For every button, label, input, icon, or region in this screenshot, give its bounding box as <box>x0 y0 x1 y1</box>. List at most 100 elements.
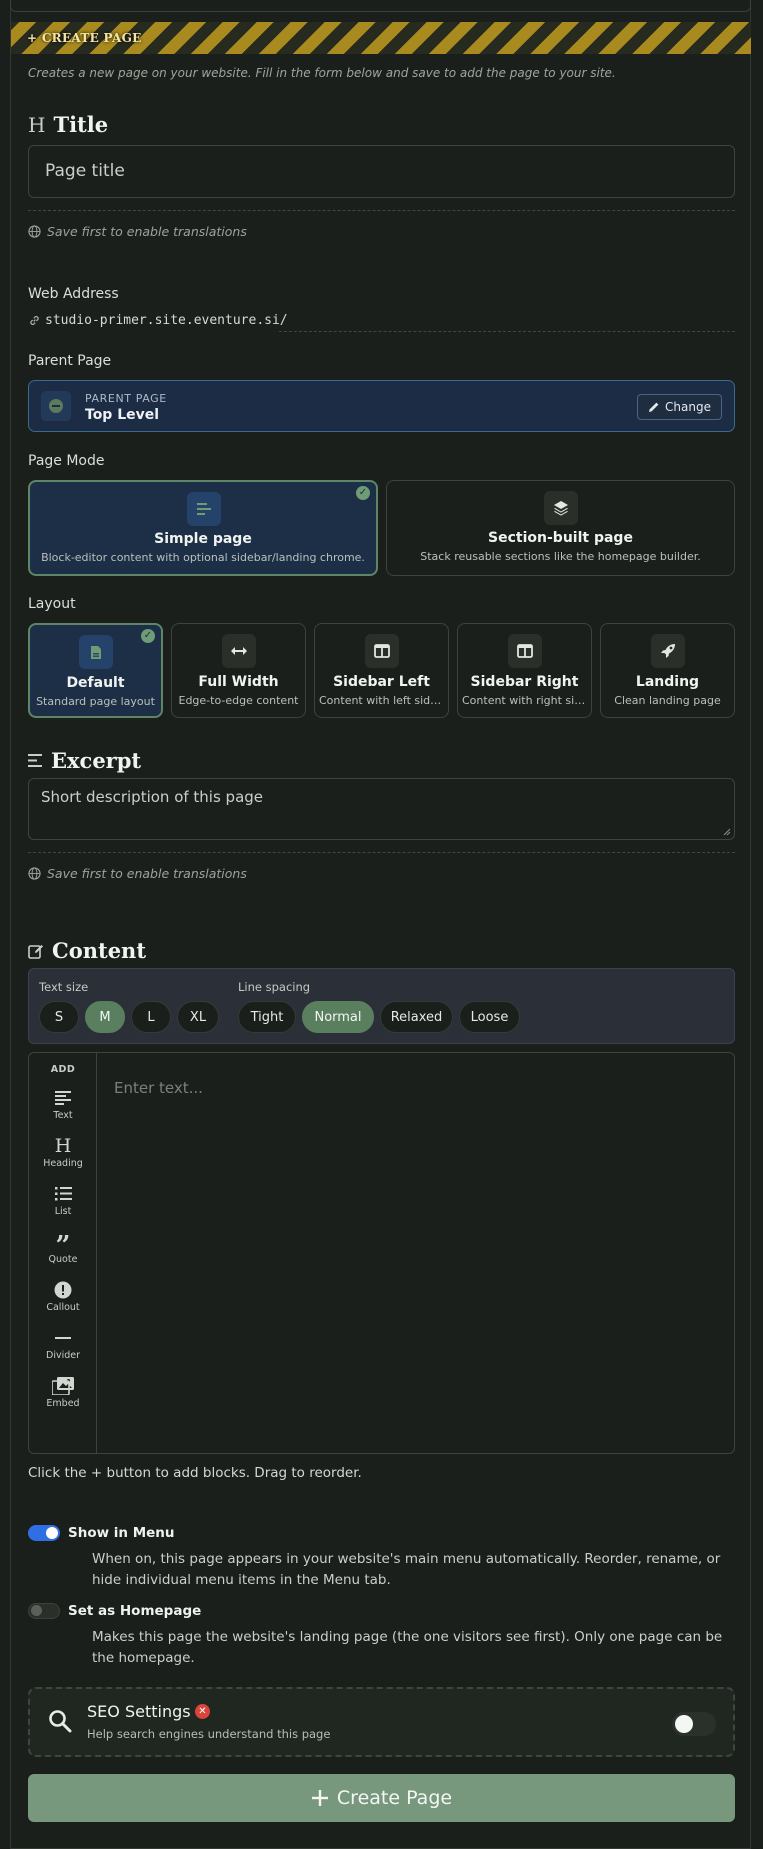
layout-title: Sidebar Left <box>333 674 430 690</box>
resize-handle-icon[interactable] <box>723 828 731 836</box>
seo-settings-panel[interactable]: SEO Settings ✕ Help search engines under… <box>28 1687 735 1757</box>
title-input-placeholder: Page title <box>45 161 125 181</box>
file-icon <box>79 635 113 669</box>
page-mode-simple[interactable]: ✓ Simple page Block-editor content with … <box>28 480 378 576</box>
create-page-banner: + CREATE PAGE <box>11 22 751 54</box>
add-callout-block[interactable]: Callout <box>29 1279 97 1313</box>
spacing-tight[interactable]: Tight <box>238 1001 296 1033</box>
layout-default[interactable]: ✓ Default Standard page layout <box>28 623 163 718</box>
heading-icon: H <box>28 112 46 137</box>
homepage-toggle[interactable] <box>28 1603 60 1619</box>
layout-sidebar-right[interactable]: Sidebar Right Content with right sidebar <box>457 623 592 718</box>
add-quote-block[interactable]: ” Quote <box>29 1231 97 1265</box>
divider <box>28 852 735 853</box>
layout-subtitle: Edge-to-edge content <box>178 694 299 707</box>
page-mode-label: Page Mode <box>28 453 105 469</box>
editor-placeholder: Enter text... <box>114 1079 203 1097</box>
seo-subtitle: Help search engines understand this page <box>87 1727 331 1741</box>
spacing-loose[interactable]: Loose <box>459 1001 520 1033</box>
create-page-label: Create Page <box>336 1787 453 1809</box>
layout-landing[interactable]: Landing Clean landing page <box>600 623 735 718</box>
homepage-description: Makes this page the website's landing pa… <box>92 1629 723 1666</box>
layout-subtitle: Content with right sidebar <box>462 694 587 707</box>
layout-title: Sidebar Right <box>470 674 579 690</box>
parent-page-value: Top Level <box>85 407 160 423</box>
layout-full-width[interactable]: Full Width Edge-to-edge content <box>171 623 306 718</box>
parent-page-icon <box>41 391 71 421</box>
text-size-s[interactable]: S <box>39 1001 79 1033</box>
title-translation-hint: Save first to enable translations <box>28 224 247 239</box>
divider-icon <box>29 1327 97 1349</box>
excerpt-placeholder: Short description of this page <box>41 788 264 806</box>
content-heading-text: Content <box>52 938 147 963</box>
layout-title: Full Width <box>198 674 279 690</box>
homepage-label: Set as Homepage <box>68 1603 202 1619</box>
layout-subtitle: Clean landing page <box>614 694 721 707</box>
top-edge <box>10 0 751 12</box>
title-heading-text: Title <box>53 112 109 137</box>
change-parent-button[interactable]: Change <box>637 394 722 420</box>
hint-text: Save first to enable translations <box>47 224 247 239</box>
banner-title: + CREATE PAGE <box>27 31 142 45</box>
rocket-icon <box>651 634 685 668</box>
add-text-block[interactable]: Text <box>29 1087 97 1121</box>
editor-help: Click the + button to add blocks. Drag t… <box>28 1465 362 1481</box>
web-address-label: Web Address <box>28 286 119 302</box>
parent-page-selector[interactable]: PARENT PAGE Top Level Change <box>28 380 735 432</box>
change-label: Change <box>665 400 711 414</box>
heading-icon: H <box>54 1135 72 1157</box>
seo-title: SEO Settings <box>87 1702 191 1721</box>
seo-toggle[interactable] <box>672 1712 716 1736</box>
excerpt-textarea[interactable]: Short description of this page <box>28 778 735 840</box>
text-size-label: Text size <box>39 980 89 994</box>
address-underline <box>279 331 735 332</box>
excerpt-heading-text: Excerpt <box>51 748 142 773</box>
show-in-menu-label: Show in Menu <box>68 1525 175 1541</box>
layers-icon <box>544 491 578 525</box>
layout-subtitle: Standard page layout <box>36 695 155 708</box>
parent-page-label: Parent Page <box>28 353 112 369</box>
error-icon: ✕ <box>195 1704 210 1719</box>
link-icon <box>30 316 39 325</box>
show-in-menu-toggle[interactable] <box>28 1525 60 1541</box>
web-address-url: studio-primer.site.eventure.si/ <box>45 313 288 328</box>
text-size-m[interactable]: M <box>85 1001 125 1033</box>
spacing-normal[interactable]: Normal <box>302 1001 374 1033</box>
create-page-button[interactable]: Create Page <box>28 1774 735 1822</box>
plus-icon <box>311 1790 328 1806</box>
title-heading: H Title <box>28 112 108 137</box>
palette-heading: ADD <box>50 1064 76 1075</box>
content-heading: Content <box>28 938 146 963</box>
spacing-relaxed[interactable]: Relaxed <box>380 1001 453 1033</box>
layout-title: Default <box>66 675 125 691</box>
exclamation-circle-icon <box>29 1279 97 1301</box>
text-icon <box>29 1087 97 1109</box>
add-divider-block[interactable]: Divider <box>29 1327 97 1361</box>
pencil-icon <box>649 402 659 412</box>
block-editor[interactable]: ADD Text H Heading List ” Quote Callout … <box>28 1052 735 1454</box>
divider <box>28 210 735 211</box>
lines-icon <box>187 492 221 526</box>
mode-title: Simple page <box>154 531 252 547</box>
layout-subtitle: Content with left sidebar <box>319 694 444 707</box>
line-spacing-label: Line spacing <box>238 980 311 994</box>
globe-icon <box>28 867 41 880</box>
layout-label: Layout <box>28 596 76 612</box>
globe-icon <box>28 225 41 238</box>
mode-subtitle: Block-editor content with optional sideb… <box>41 551 365 564</box>
mode-title: Section-built page <box>488 530 633 546</box>
excerpt-heading: Excerpt <box>28 748 141 773</box>
quote-icon: ” <box>55 1231 71 1261</box>
layout-sidebar-left[interactable]: Sidebar Left Content with left sidebar <box>314 623 449 718</box>
web-address-field[interactable]: studio-primer.site.eventure.si/ <box>28 313 288 328</box>
edit-icon <box>28 944 43 959</box>
show-in-menu-description: When on, this page appears in your websi… <box>92 1551 721 1588</box>
add-heading-block[interactable]: H Heading <box>29 1135 97 1169</box>
hint-text: Save first to enable translations <box>47 866 247 881</box>
add-embed-block[interactable]: Embed <box>29 1375 97 1409</box>
add-list-block[interactable]: List <box>29 1183 97 1217</box>
text-size-xl[interactable]: XL <box>177 1001 219 1033</box>
text-size-l[interactable]: L <box>131 1001 171 1033</box>
page-mode-section-built[interactable]: Section-built page Stack reusable sectio… <box>386 480 735 576</box>
title-input[interactable]: Page title <box>28 145 735 198</box>
